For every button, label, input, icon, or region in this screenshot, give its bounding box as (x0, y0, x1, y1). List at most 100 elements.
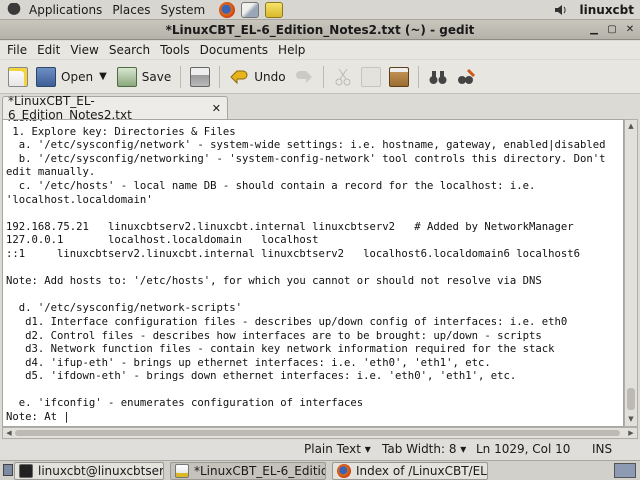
editor-line: a. '/etc/sysconfig/network' - system-wid… (6, 139, 606, 152)
show-desktop-icon[interactable] (3, 464, 13, 476)
minimize-icon[interactable]: ▁ (586, 22, 602, 37)
taskbar-item-firefox[interactable]: Index of /LinuxCBT/EL-... (332, 462, 488, 480)
editor-line: d1. Interface configuration files - desc… (6, 315, 568, 328)
applications-menu[interactable]: Applications (24, 3, 107, 17)
editor-line: 'localhost.localdomain' (6, 193, 153, 206)
editor-line: d. '/etc/sysconfig/network-scripts' (6, 302, 242, 315)
editor-line: 127.0.0.1 localhost.localdomain localhos… (6, 234, 319, 247)
print-button[interactable] (186, 64, 214, 90)
open-label: Open (61, 69, 94, 84)
system-menu[interactable]: System (155, 3, 210, 17)
open-folder-icon (36, 66, 56, 87)
text-editor[interactable]: Tasks: 1. Explore key: Directories & Fil… (2, 119, 624, 427)
scroll-right-icon[interactable]: ▶ (625, 428, 637, 438)
find-button[interactable] (424, 64, 452, 90)
menu-search[interactable]: Search (104, 43, 155, 57)
toolbar-separator (417, 65, 419, 88)
terminal-icon (19, 464, 33, 478)
statusbar: Plain Text ▾ Tab Width: 8 ▾ Ln 1029, Col… (0, 440, 640, 460)
close-icon[interactable]: ✕ (212, 102, 221, 115)
toolbar: Open ▼ Save Undo (0, 60, 640, 94)
menu-view[interactable]: View (65, 43, 103, 57)
taskbar-item-label: linuxcbt@linuxcbtserv... (38, 464, 164, 478)
tab-notes-document[interactable]: *LinuxCBT_EL-6_Edition_Notes2.txt ✕ (2, 94, 228, 122)
scroll-up-icon[interactable]: ▲ (625, 120, 637, 132)
maximize-icon[interactable]: ▢ (604, 22, 620, 37)
find-replace-button[interactable] (452, 64, 480, 90)
menu-documents[interactable]: Documents (195, 43, 273, 57)
copy-button[interactable] (357, 64, 385, 90)
document-tabs: *LinuxCBT_EL-6_Edition_Notes2.txt ✕ (0, 94, 640, 122)
editor-line: e. 'ifconfig' - enumerates configuration… (6, 397, 364, 410)
editor-line: edit manually. (6, 166, 96, 179)
scroll-down-icon[interactable]: ▼ (625, 413, 637, 425)
horizontal-scrollbar[interactable]: ◀ ▶ (2, 427, 638, 439)
save-button[interactable]: Save (113, 64, 175, 90)
menu-help[interactable]: Help (273, 43, 310, 57)
taskbar-item-gedit[interactable]: *LinuxCBT_EL-6_Editio... (170, 462, 326, 480)
workspace-switcher[interactable] (614, 463, 636, 478)
tab-label: *LinuxCBT_EL-6_Edition_Notes2.txt (8, 94, 132, 122)
undo-button[interactable]: Undo (225, 64, 289, 90)
editor-line: Note: At | (6, 411, 70, 424)
bottom-taskbar: linuxcbt@linuxcbtserv... *LinuxCBT_EL-6_… (0, 460, 640, 480)
firefox-launcher-icon[interactable] (219, 1, 236, 18)
language-selector[interactable]: Plain Text ▾ (304, 442, 371, 456)
notes-launcher-icon[interactable] (265, 1, 284, 18)
gnome-foot-icon (7, 2, 21, 17)
menu-tools[interactable]: Tools (155, 43, 195, 57)
user-name[interactable]: linuxcbt (580, 3, 635, 17)
new-document-button[interactable] (4, 64, 32, 90)
editor-content[interactable]: Tasks: 1. Explore key: Directories & Fil… (6, 120, 606, 425)
save-icon (116, 66, 137, 87)
tab-width-selector[interactable]: Tab Width: 8 ▾ (382, 442, 466, 456)
close-window-icon[interactable]: ✕ (622, 22, 638, 37)
save-label: Save (141, 69, 172, 84)
vertical-scrollbar[interactable]: ▲ ▼ (624, 119, 638, 427)
scroll-left-icon[interactable]: ◀ (3, 428, 15, 438)
top-panel: Applications Places System linuxcbt (0, 0, 640, 20)
editor-line: 192.168.75.21 linuxcbtserv2.linuxcbt.int… (6, 220, 574, 233)
toolbar-separator (322, 65, 324, 88)
find-replace-icon (456, 67, 476, 87)
cut-button[interactable] (329, 64, 357, 90)
taskbar-item-terminal[interactable]: linuxcbt@linuxcbtserv... (14, 462, 164, 480)
editor-line: 1. Explore key: Directories & Files (6, 125, 236, 138)
new-document-icon (8, 66, 28, 87)
horizontal-scroll-thumb[interactable] (15, 430, 620, 436)
open-recent-dropdown[interactable]: ▼ (97, 64, 113, 90)
window-title: *LinuxCBT_EL-6_Edition_Notes2.txt (~) - … (165, 23, 475, 37)
copy-icon (360, 66, 381, 87)
menu-edit[interactable]: Edit (32, 43, 65, 57)
editor-line: ::1 linuxcbtserv2.linuxcbt.internal linu… (6, 247, 581, 260)
printer-icon (190, 66, 211, 87)
editor-line: d3. Network function files - contain key… (6, 343, 555, 356)
volume-icon[interactable] (554, 3, 568, 17)
mail-launcher-icon[interactable] (241, 1, 260, 18)
binoculars-icon (428, 67, 448, 87)
insert-mode: INS (592, 442, 613, 456)
editor-line: d2. Control files - describes how interf… (6, 329, 542, 342)
editor-line: d4. 'ifup-eth' - brings up ethernet inte… (6, 356, 491, 369)
redo-button[interactable] (290, 64, 318, 90)
undo-label: Undo (254, 69, 286, 84)
vertical-scroll-thumb[interactable] (627, 388, 635, 410)
paste-button[interactable] (385, 64, 413, 90)
text-editor-icon (175, 464, 189, 478)
clipboard-icon (388, 66, 409, 87)
window-titlebar[interactable]: *LinuxCBT_EL-6_Edition_Notes2.txt (~) - … (0, 20, 640, 40)
scissors-icon (333, 67, 353, 87)
chevron-down-icon: ▼ (99, 71, 107, 82)
firefox-icon (337, 464, 351, 478)
places-menu[interactable]: Places (107, 3, 155, 17)
taskbar-item-label: *LinuxCBT_EL-6_Editio... (194, 464, 326, 478)
toolbar-separator (219, 65, 221, 88)
open-button[interactable]: Open (32, 64, 97, 90)
editor-line: b. '/etc/sysconfig/networking' - 'system… (6, 152, 606, 165)
menu-file[interactable]: File (2, 43, 32, 57)
editor-line: c. '/etc/hosts' - local name DB - should… (6, 179, 536, 192)
undo-arrow-icon (229, 67, 249, 87)
